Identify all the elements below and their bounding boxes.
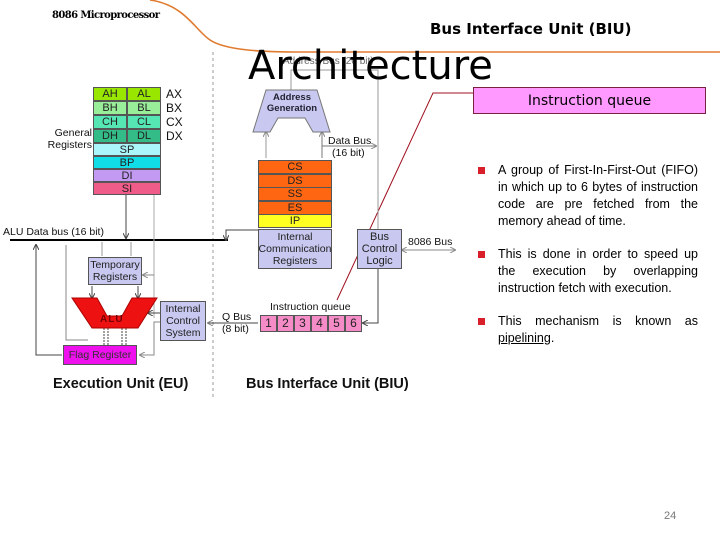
execution-unit-label: Execution Unit (EU)	[53, 376, 189, 392]
register-name-bx: BX	[166, 101, 183, 115]
queue-slot: 5	[328, 315, 345, 332]
course-label: 8086 Microprocessor	[52, 10, 160, 21]
slide-title: Bus Interface Unit (BIU)	[430, 20, 632, 38]
queue-slot: 6	[345, 315, 362, 332]
bus-interface-unit-label: Bus Interface Unit (BIU)	[246, 376, 409, 392]
register-dh: DH	[93, 129, 127, 143]
register-es: ES	[258, 200, 332, 215]
register-ss: SS	[258, 187, 332, 201]
instruction-queue-callout: Instruction queue	[473, 87, 706, 114]
instruction-queue-diagram-label: Instruction queue	[270, 301, 351, 313]
temporary-registers-box: Temporary Registers	[88, 257, 142, 285]
register-bl: BL	[127, 101, 161, 115]
alu-label: ALU	[100, 314, 124, 325]
register-ip: IP	[258, 214, 332, 228]
page-number: 24	[664, 510, 677, 522]
register-di: DI	[93, 169, 161, 182]
q-bus-width: (8 bit)	[222, 323, 249, 335]
queue-slot: 3	[294, 315, 311, 332]
q-bus-label: Q Bus	[222, 311, 252, 323]
register-ch: CH	[93, 115, 127, 129]
architecture-title: Architecture	[248, 43, 493, 89]
bullet-item: A group of First-In-First-Out (FIFO) in …	[478, 162, 698, 230]
register-name-cx: CX	[166, 115, 183, 129]
register-ds: DS	[258, 173, 332, 188]
bus-control-logic-box: Bus Control Logic	[357, 229, 402, 269]
register-ah: AH	[93, 87, 127, 101]
address-generation-label: Address Generation	[266, 92, 318, 114]
bullet-square-icon	[478, 251, 485, 258]
data-bus-width: (16 bit)	[332, 147, 365, 159]
register-si: SI	[93, 182, 161, 195]
alu-data-bus-label: ALU Data bus (16 bit)	[3, 226, 104, 238]
data-bus-label: Data Bus	[328, 135, 372, 147]
register-bh: BH	[93, 101, 127, 115]
flag-register-box: Flag Register	[63, 345, 137, 365]
bullet-item: This is done in order to speed up the ex…	[478, 246, 698, 297]
register-cs: CS	[258, 160, 332, 174]
bullet-square-icon	[478, 318, 485, 325]
bullet-item: This mechanism is known as pipelining.	[478, 313, 698, 347]
queue-slot: 2	[277, 315, 294, 332]
general-registers-label: General Registers	[47, 127, 92, 151]
register-dl: DL	[127, 129, 161, 143]
queue-slot: 4	[311, 315, 328, 332]
pipelining-link[interactable]: pipelining	[498, 331, 551, 345]
register-cl: CL	[127, 115, 161, 129]
internal-communication-registers-box: Internal Communication Registers	[258, 229, 332, 269]
bullet-list: A group of First-In-First-Out (FIFO) in …	[478, 162, 698, 363]
internal-control-system-box: Internal Control System	[160, 301, 206, 341]
bullet-square-icon	[478, 167, 485, 174]
register-name-dx: DX	[166, 129, 183, 143]
register-al: AL	[127, 87, 161, 101]
register-bp: BP	[93, 156, 161, 169]
register-sp: SP	[93, 143, 161, 156]
queue-slot: 1	[260, 315, 277, 332]
register-name-ax: AX	[166, 87, 183, 101]
system-bus-label: 8086 Bus	[408, 236, 453, 248]
